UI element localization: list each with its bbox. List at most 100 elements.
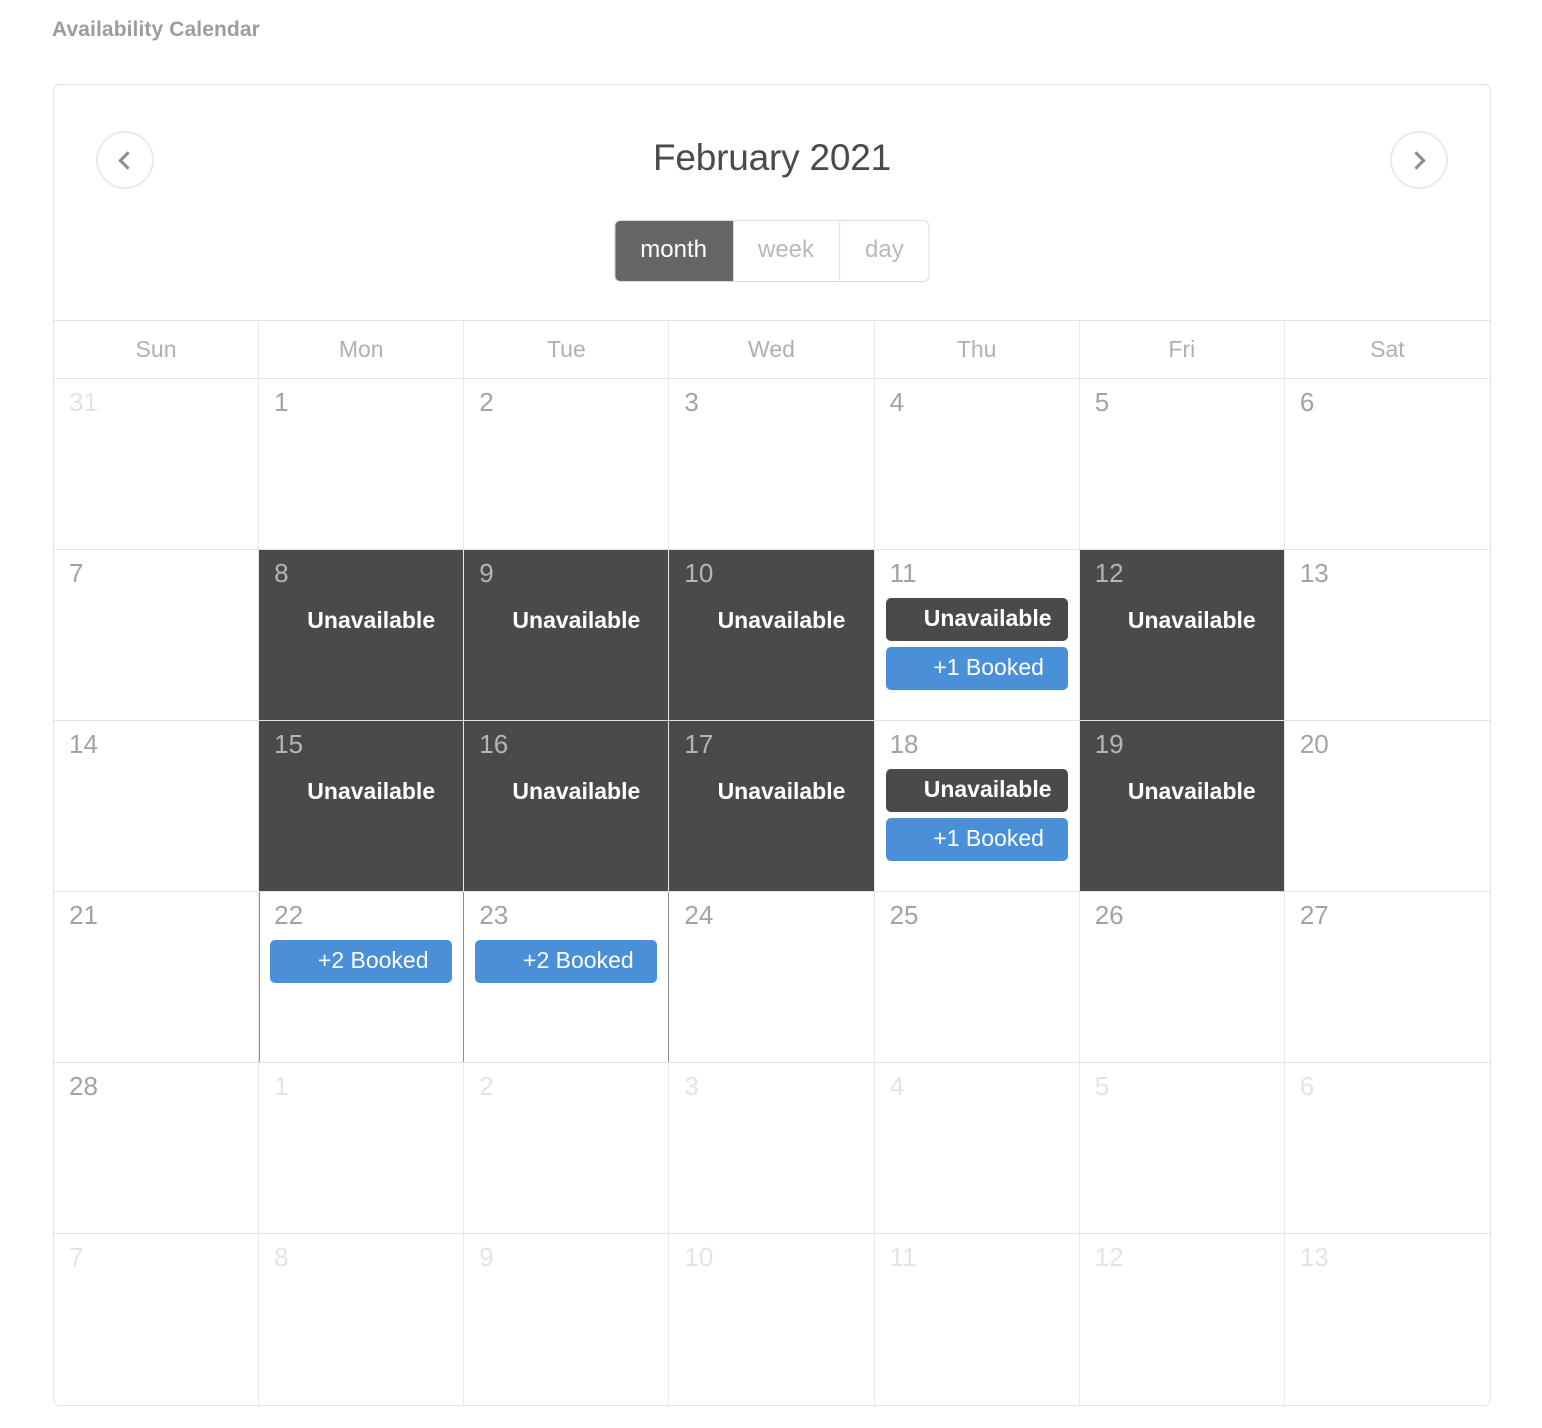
day-cell[interactable]: 1 (259, 1063, 465, 1233)
day-number: 10 (684, 1242, 714, 1272)
day-cell[interactable]: 2 (464, 1063, 670, 1233)
view-button-month[interactable]: month (615, 221, 733, 281)
week-row: 7 8 Unavailable 9 Unavailable 10 Unavailable 11… (54, 550, 1490, 721)
day-number: 31 (69, 387, 98, 417)
day-cell[interactable]: 9 (464, 1234, 670, 1405)
day-cell[interactable]: 25 (875, 892, 1080, 1062)
calendar-card: February 2021 month week day Sun Mon Tue… (53, 84, 1491, 1406)
day-number: 2 (479, 1071, 494, 1101)
day-cell[interactable]: 5 (1080, 1063, 1285, 1233)
day-cell[interactable]: 8 (259, 1234, 465, 1405)
day-cell[interactable]: 3 (669, 379, 875, 549)
day-cell[interactable]: 2 (464, 379, 670, 549)
unavailable-chip[interactable]: Unavailable (885, 598, 1068, 641)
day-cell[interactable]: 28 (54, 1063, 260, 1233)
day-cell[interactable]: 31 (54, 379, 260, 549)
week-row: 14 15 Unavailable 16 Unavailable 17 Unavailabl… (54, 721, 1490, 892)
day-cell[interactable]: 16 Unavailable (464, 721, 670, 891)
day-number: 1 (274, 1071, 289, 1101)
booked-chip[interactable]: +1 Booked (885, 647, 1068, 690)
day-number: 15 (274, 729, 304, 759)
day-cell[interactable]: 24 (669, 892, 875, 1062)
weekday-wed: Wed (669, 321, 875, 378)
view-switcher: month week day (615, 221, 929, 281)
day-cell[interactable]: 8 Unavailable (259, 550, 465, 720)
day-cell[interactable]: 13 (1285, 550, 1490, 720)
page-title: Availability Calendar (52, 18, 260, 41)
day-number: 13 (1299, 1242, 1329, 1272)
day-cell[interactable]: 27 (1285, 892, 1490, 1062)
day-cell[interactable]: 12 (1080, 1234, 1285, 1405)
calendar-title: February 2021 (652, 137, 892, 178)
day-cell[interactable]: 10 Unavailable (669, 550, 875, 720)
day-number: 17 (684, 729, 714, 759)
day-cell[interactable]: 13 (1285, 1234, 1490, 1405)
weekday-header-row: Sun Mon Tue Wed Thu Fri Sat (54, 321, 1490, 379)
day-cell[interactable]: 15 Unavailable (259, 721, 465, 891)
unavailable-label: Unavailable (512, 778, 641, 804)
day-cell[interactable]: 5 (1080, 379, 1285, 549)
day-cell[interactable]: 23 +2 Booked (464, 892, 670, 1062)
week-row: 7 8 9 10 11 12 13 (54, 1234, 1490, 1405)
booked-chip[interactable]: +2 Booked (270, 940, 453, 983)
day-number: 11 (889, 558, 917, 588)
day-cell[interactable]: 22 +2 Booked (259, 892, 465, 1062)
availability-calendar-page: Availability Calendar February 2021 mont… (0, 0, 1542, 1428)
day-number: 28 (69, 1071, 98, 1101)
day-cell[interactable]: 11 (875, 1234, 1080, 1405)
day-number: 14 (69, 729, 98, 759)
day-cell[interactable]: 18 Unavailable +1 Booked (875, 721, 1080, 891)
day-cell[interactable]: 7 (54, 550, 260, 720)
day-number: 10 (684, 558, 714, 588)
day-cell[interactable]: 3 (669, 1063, 875, 1233)
day-number: 5 (1094, 1071, 1110, 1101)
day-cell[interactable]: 20 (1285, 721, 1490, 891)
calendar-toolbar: February 2021 month week day (54, 85, 1490, 321)
day-number: 5 (1094, 387, 1110, 417)
unavailable-label: Unavailable (307, 778, 436, 804)
unavailable-label: Unavailable (512, 607, 641, 633)
day-cell[interactable]: 10 (669, 1234, 875, 1405)
day-cell[interactable]: 9 Unavailable (464, 550, 670, 720)
day-cell[interactable]: 11 Unavailable +1 Booked (875, 550, 1080, 720)
day-cell[interactable]: 21 (54, 892, 260, 1062)
day-number: 12 (1094, 558, 1124, 588)
day-cell[interactable]: 7 (54, 1234, 260, 1405)
event-chip-list: Unavailable +1 Booked (885, 769, 1068, 861)
day-number: 16 (479, 729, 509, 759)
day-number: 4 (889, 387, 905, 417)
day-cell[interactable]: 14 (54, 721, 260, 891)
day-cell[interactable]: 12 Unavailable (1079, 550, 1285, 720)
view-button-day[interactable]: day (840, 221, 929, 281)
day-number: 6 (1299, 1071, 1315, 1101)
day-number: 2 (479, 387, 494, 417)
day-cell[interactable]: 26 (1080, 892, 1285, 1062)
unavailable-label: Unavailable (717, 607, 846, 633)
unavailable-chip[interactable]: Unavailable (885, 769, 1068, 812)
view-button-week[interactable]: week (732, 221, 841, 281)
week-row: 31 1 2 3 4 5 6 (54, 379, 1490, 550)
day-number: 18 (889, 729, 919, 759)
day-number: 8 (274, 1242, 289, 1272)
day-number: 24 (684, 900, 714, 930)
booked-chip[interactable]: +2 Booked (475, 940, 658, 983)
day-cell[interactable]: 19 Unavailable (1079, 721, 1285, 891)
booked-chip[interactable]: +1 Booked (885, 818, 1068, 861)
day-cell[interactable]: 4 (875, 379, 1080, 549)
day-cell[interactable]: 1 (259, 379, 465, 549)
day-cell[interactable]: 17 Unavailable (669, 721, 875, 891)
day-number: 12 (1094, 1242, 1124, 1272)
day-cell[interactable]: 4 (875, 1063, 1080, 1233)
weekday-sun: Sun (54, 321, 260, 378)
day-cell[interactable]: 6 (1285, 379, 1490, 549)
day-cell[interactable]: 6 (1285, 1063, 1490, 1233)
day-number: 6 (1299, 387, 1315, 417)
unavailable-label: Unavailable (1127, 778, 1256, 804)
weekday-tue: Tue (464, 321, 670, 378)
weekday-fri: Fri (1080, 321, 1285, 378)
day-number: 22 (274, 900, 304, 930)
day-number: 1 (274, 387, 289, 417)
day-number: 9 (479, 558, 494, 588)
weekday-mon: Mon (259, 321, 465, 378)
day-number: 21 (69, 900, 98, 930)
